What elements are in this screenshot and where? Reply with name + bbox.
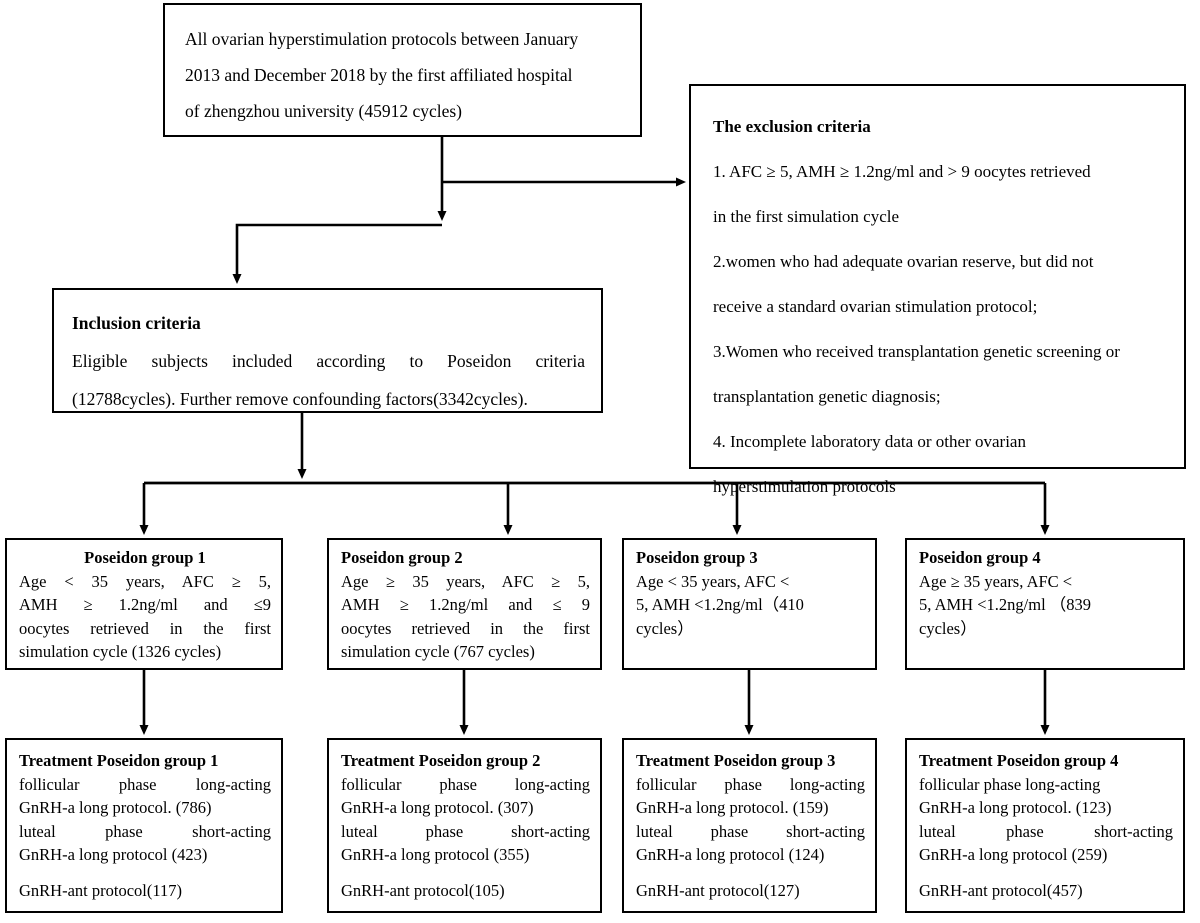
treatment-4-line-1: follicular phase long-acting bbox=[919, 774, 1101, 794]
group-2-line-4: simulation cycle (767 cycles) bbox=[341, 642, 535, 661]
treatment-1-line-2: GnRH-a long protocol. (786) bbox=[19, 798, 212, 817]
source-population-box: All ovarian hyperstimulation protocols b… bbox=[163, 3, 642, 137]
inclusion-line-1: Eligible subjects included according to … bbox=[72, 351, 585, 371]
group-2-line-1: Age ≥ 35 years, AFC ≥ 5, bbox=[341, 571, 590, 591]
exclusion-line-6: transplantation genetic diagnosis; bbox=[713, 387, 941, 406]
group-4-title: Poseidon group 4 bbox=[919, 548, 1041, 567]
group-1-line-3: oocytes retrieved in the first bbox=[19, 618, 271, 638]
edge-source-to-inclusion bbox=[232, 223, 442, 284]
inclusion-title: Inclusion criteria bbox=[72, 313, 201, 333]
treatment-1-line-5: GnRH-ant protocol(117) bbox=[19, 880, 182, 900]
treatment-4-line-3: luteal phase short-acting bbox=[919, 821, 1173, 841]
treatment-group-2-box: Treatment Poseidon group 2 follicular ph… bbox=[327, 738, 602, 913]
treatment-2-line-4: GnRH-a long protocol (355) bbox=[341, 845, 530, 864]
exclusion-title: The exclusion criteria bbox=[713, 117, 871, 136]
treatment-3-title: Treatment Poseidon group 3 bbox=[636, 751, 836, 770]
exclusion-line-1: 1. AFC ≥ 5, AMH ≥ 1.2ng/ml and > 9 oocyt… bbox=[713, 162, 1091, 181]
group-1-title: Poseidon group 1 bbox=[84, 548, 206, 567]
treatment-2-title: Treatment Poseidon group 2 bbox=[341, 751, 541, 770]
treatment-3-line-3: luteal phase short-acting bbox=[636, 821, 865, 841]
exclusion-line-2: in the first simulation cycle bbox=[713, 207, 900, 226]
treatment-4-line-4: GnRH-a long protocol (259) bbox=[919, 845, 1108, 864]
treatment-4-line-5: GnRH-ant protocol(457) bbox=[919, 880, 1083, 900]
group-3-line-2: 5, AMH <1.2ng/ml（410 bbox=[636, 595, 804, 614]
treatment-3-line-2: GnRH-a long protocol. (159) bbox=[636, 798, 829, 817]
exclusion-line-5: 3.Women who received transplantation gen… bbox=[713, 342, 1120, 361]
group-2-line-3: oocytes retrieved in the first bbox=[341, 618, 590, 638]
treatment-2-line-1: follicular phase long-acting bbox=[341, 774, 590, 794]
group-1-line-2: AMH ≥ 1.2ng/ml and ≤9 bbox=[19, 595, 271, 614]
treatment-1-line-1: follicular phase long-acting bbox=[19, 774, 271, 794]
source-line-3: of zhengzhou university (45912 cycles) bbox=[185, 101, 463, 121]
group-3-line-1: Age < 35 years, AFC < bbox=[636, 571, 790, 591]
group-4-line-1: Age ≥ 35 years, AFC < bbox=[919, 571, 1073, 591]
treatment-1-line-4: GnRH-a long protocol (423) bbox=[19, 845, 208, 864]
exclusion-line-8: hyperstimulation protocols bbox=[713, 477, 896, 496]
treatment-2-line-3: luteal phase short-acting bbox=[341, 821, 590, 841]
treatment-group-3-box: Treatment Poseidon group 3 follicular ph… bbox=[622, 738, 877, 913]
treatment-4-line-2: GnRH-a long protocol. (123) bbox=[919, 798, 1112, 817]
treatment-3-line-5: GnRH-ant protocol(127) bbox=[636, 880, 800, 900]
poseidon-group-1-box: Poseidon group 1 Age < 35 years, AFC ≥ 5… bbox=[5, 538, 283, 670]
group-2-title: Poseidon group 2 bbox=[341, 548, 463, 567]
source-line-1: All ovarian hyperstimulation protocols b… bbox=[185, 29, 579, 49]
group-1-line-4: simulation cycle (1326 cycles) bbox=[19, 642, 222, 661]
treatment-1-title: Treatment Poseidon group 1 bbox=[19, 751, 219, 770]
poseidon-group-3-box: Poseidon group 3 Age < 35 years, AFC < 5… bbox=[622, 538, 877, 670]
group-4-line-2: 5, AMH <1.2ng/ml （839 bbox=[919, 595, 1092, 614]
treatment-group-1-box: Treatment Poseidon group 1 follicular ph… bbox=[5, 738, 283, 913]
source-line-2: 2013 and December 2018 by the first affi… bbox=[185, 65, 573, 85]
treatment-3-line-4: GnRH-a long protocol (124) bbox=[636, 845, 825, 864]
treatment-2-line-2: GnRH-a long protocol. (307) bbox=[341, 798, 534, 817]
treatment-2-line-5: GnRH-ant protocol(105) bbox=[341, 880, 505, 900]
group-2-line-2: AMH ≥ 1.2ng/ml and ≤ 9 bbox=[341, 595, 590, 614]
poseidon-group-2-box: Poseidon group 2 Age ≥ 35 years, AFC ≥ 5… bbox=[327, 538, 602, 670]
exclusion-line-7: 4. Incomplete laboratory data or other o… bbox=[713, 432, 1026, 451]
treatment-4-title: Treatment Poseidon group 4 bbox=[919, 751, 1119, 770]
exclusion-line-3: 2.women who had adequate ovarian reserve… bbox=[713, 252, 1094, 271]
exclusion-line-4: receive a standard ovarian stimulation p… bbox=[713, 297, 1038, 316]
group-3-line-3: cycles） bbox=[636, 618, 694, 638]
inclusion-line-2: (12788cycles). Further remove confoundin… bbox=[72, 389, 528, 409]
group-4-line-3: cycles） bbox=[919, 618, 977, 638]
inclusion-criteria-box: Inclusion criteria Eligible subjects inc… bbox=[52, 288, 603, 413]
group-1-line-1: Age < 35 years, AFC ≥ 5, bbox=[19, 571, 271, 591]
poseidon-group-4-box: Poseidon group 4 Age ≥ 35 years, AFC < 5… bbox=[905, 538, 1185, 670]
group-3-title: Poseidon group 3 bbox=[636, 548, 758, 567]
exclusion-criteria-box: The exclusion criteria 1. AFC ≥ 5, AMH ≥… bbox=[689, 84, 1186, 496]
treatment-group-4-box: Treatment Poseidon group 4 follicular ph… bbox=[905, 738, 1185, 913]
flowchart-canvas: All ovarian hyperstimulation protocols b… bbox=[0, 0, 1200, 923]
treatment-3-line-1: follicular phase long-acting bbox=[636, 774, 865, 794]
treatment-1-line-3: luteal phase short-acting bbox=[19, 821, 271, 841]
